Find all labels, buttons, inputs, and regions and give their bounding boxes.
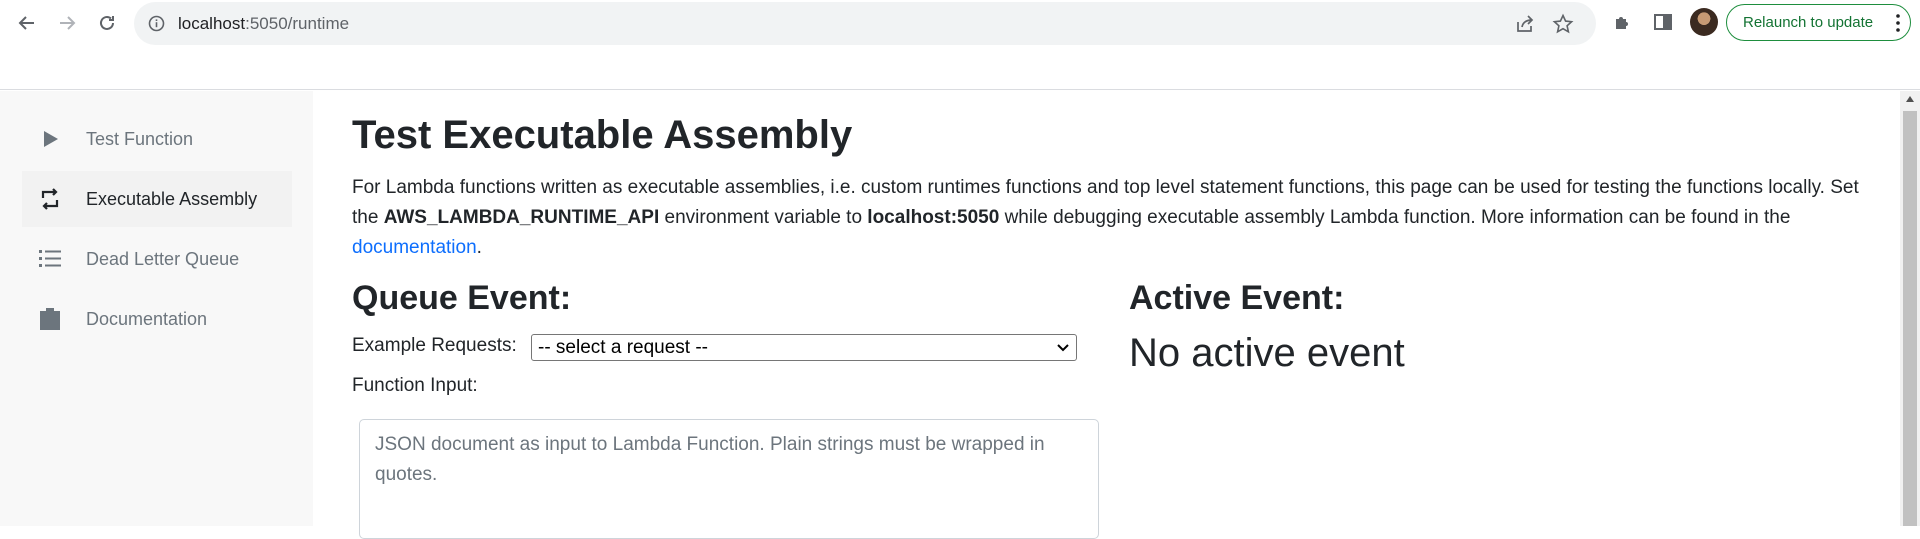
side-panel-icon[interactable] xyxy=(1652,11,1674,33)
profile-avatar[interactable] xyxy=(1690,8,1718,36)
extensions-icon[interactable] xyxy=(1612,11,1634,33)
share-icon[interactable] xyxy=(1514,13,1536,35)
function-input-label: Function Input: xyxy=(352,375,478,396)
bookmark-star-icon[interactable] xyxy=(1552,13,1574,35)
sidebar-item-dead-letter-queue[interactable]: Dead Letter Queue xyxy=(22,231,292,287)
site-info-icon[interactable] xyxy=(148,15,165,32)
page-title: Test Executable Assembly xyxy=(352,113,853,157)
documentation-link[interactable]: documentation xyxy=(352,237,477,258)
browser-toolbar: localhost:5050/runtime Relaunch to updat… xyxy=(0,0,1920,90)
clipboard-icon xyxy=(36,305,64,333)
back-icon[interactable] xyxy=(12,8,42,38)
textarea-placeholder: JSON document as input to Lambda Functio… xyxy=(375,434,1045,485)
chevron-down-icon xyxy=(1057,344,1069,352)
queue-event-heading: Queue Event: xyxy=(352,279,572,317)
sidebar-item-executable-assembly[interactable]: Executable Assembly xyxy=(22,171,292,227)
intro-text: For Lambda functions written as executab… xyxy=(352,177,1859,258)
url-text: localhost:5050/runtime xyxy=(178,14,350,33)
example-requests-label: Example Requests: xyxy=(352,335,517,356)
active-event-status: No active event xyxy=(1129,331,1405,375)
scroll-up-icon[interactable] xyxy=(1905,95,1915,103)
scrollbar-thumb[interactable] xyxy=(1903,111,1917,526)
relaunch-button[interactable]: Relaunch to update xyxy=(1726,4,1911,41)
select-value: -- select a request -- xyxy=(538,336,708,358)
scrollbar[interactable] xyxy=(1900,91,1920,526)
play-icon xyxy=(36,125,64,153)
function-input-textarea[interactable]: JSON document as input to Lambda Functio… xyxy=(359,419,1099,539)
sidebar-item-label: Documentation xyxy=(86,308,208,329)
example-requests-select[interactable]: -- select a request -- xyxy=(531,334,1077,361)
address-bar[interactable]: localhost:5050/runtime xyxy=(134,2,1596,45)
list-icon xyxy=(36,245,64,273)
more-menu-icon[interactable] xyxy=(1896,14,1900,32)
sidebar-item-label: Dead Letter Queue xyxy=(86,248,240,269)
sidebar: Test Function Executable Assembly Dead L… xyxy=(0,91,313,526)
relaunch-label: Relaunch to update xyxy=(1743,14,1874,31)
active-event-heading: Active Event: xyxy=(1129,279,1345,317)
reload-icon[interactable] xyxy=(92,8,122,38)
sidebar-item-label: Test Function xyxy=(86,128,194,149)
forward-icon[interactable] xyxy=(52,8,82,38)
repeat-icon xyxy=(36,185,64,213)
sidebar-item-test-function[interactable]: Test Function xyxy=(22,111,292,167)
sidebar-item-label: Executable Assembly xyxy=(86,188,258,209)
sidebar-item-documentation[interactable]: Documentation xyxy=(22,291,292,347)
